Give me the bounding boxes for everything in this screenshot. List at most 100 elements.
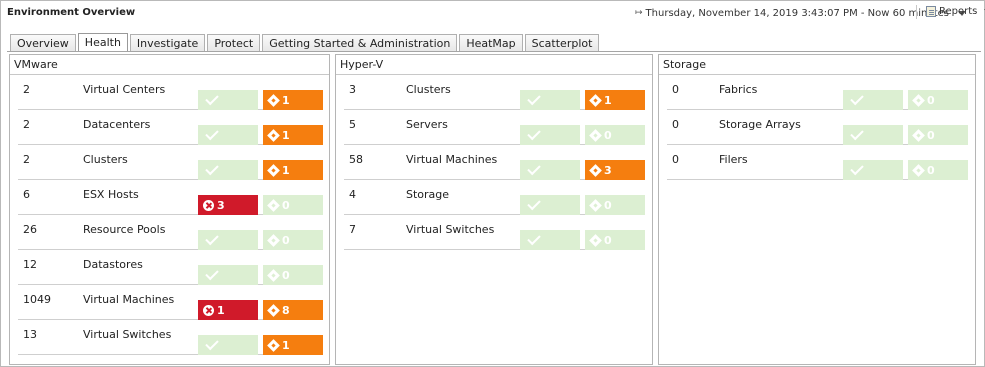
health-row-datacenters[interactable]: 2 Datacenters 1: [18, 110, 323, 145]
alarm-count: 0: [282, 268, 290, 282]
warning-diamond-icon: [912, 93, 925, 107]
tab-investigate[interactable]: Investigate: [129, 34, 206, 52]
checkmark-icon: [850, 126, 864, 141]
warning-alarm-badge[interactable]: 8: [263, 300, 323, 320]
object-type-label: Virtual Machines: [83, 293, 175, 306]
object-type-label: Datacenters: [83, 118, 151, 131]
reports-icon: [926, 6, 936, 17]
health-row-servers[interactable]: 5 Servers 0: [344, 110, 645, 145]
status-ok-badge[interactable]: [198, 125, 258, 145]
warning-alarm-badge[interactable]: 0: [908, 90, 968, 110]
health-row-resource-pools[interactable]: 26 Resource Pools 0: [18, 215, 323, 250]
status-ok-badge[interactable]: [843, 90, 903, 110]
hyperv-rows: 3 Clusters 1 5 Servers 0 58 Virtual Machines 3 4 S…: [336, 75, 652, 250]
health-row-esx-hosts[interactable]: 6 ESX Hosts 3 0: [18, 180, 323, 215]
warning-alarm-badge[interactable]: 0: [263, 230, 323, 250]
alarm-count: 1: [282, 338, 290, 352]
hyperv-panel: Hyper-V 3 Clusters 1 5 Servers 0 58 Virtual Mac…: [335, 54, 653, 365]
status-ok-badge[interactable]: [198, 160, 258, 180]
checkmark-icon: [205, 126, 219, 141]
status-ok-badge[interactable]: [520, 230, 580, 250]
object-count: 1049: [23, 293, 51, 306]
warning-diamond-icon: [589, 128, 602, 142]
health-row-datastores[interactable]: 12 Datastores 0: [18, 250, 323, 285]
title-bar: Environment Overview ↦ Thursday, Novembe…: [2, 2, 985, 26]
warning-alarm-badge[interactable]: 0: [585, 230, 645, 250]
tab-scatterplot[interactable]: Scatterplot: [524, 34, 600, 52]
critical-alarm-badge[interactable]: 3: [198, 195, 258, 215]
health-row-clusters[interactable]: 3 Clusters 1: [344, 75, 645, 110]
object-count: 2: [23, 118, 30, 131]
warning-alarm-badge[interactable]: 1: [263, 125, 323, 145]
environment-overview-window: Environment Overview ↦ Thursday, Novembe…: [0, 0, 985, 367]
alarm-count: 0: [604, 233, 612, 247]
status-ok-badge[interactable]: [843, 125, 903, 145]
status-ok-badge[interactable]: [198, 265, 258, 285]
alarm-count: 0: [604, 198, 612, 212]
object-type-label: Fabrics: [719, 83, 758, 96]
health-row-virtual-machines[interactable]: 1049 Virtual Machines 1 8: [18, 285, 323, 320]
health-row-fabrics[interactable]: 0 Fabrics 0: [667, 75, 968, 110]
alarm-count: 0: [282, 233, 290, 247]
tab-protect[interactable]: Protect: [207, 34, 261, 52]
alarm-count: 1: [282, 93, 290, 107]
health-row-storage-arrays[interactable]: 0 Storage Arrays 0: [667, 110, 968, 145]
checkmark-icon: [850, 161, 864, 176]
warning-diamond-icon: [267, 128, 280, 142]
toolbar-divider: [916, 5, 917, 19]
checkmark-icon: [205, 336, 219, 351]
warning-alarm-badge[interactable]: 0: [263, 265, 323, 285]
health-row-clusters[interactable]: 2 Clusters 1: [18, 145, 323, 180]
health-row-filers[interactable]: 0 Filers 0: [667, 145, 968, 180]
checkmark-icon: [527, 91, 541, 106]
critical-alarm-badge[interactable]: 1: [198, 300, 258, 320]
warning-alarm-badge[interactable]: 0: [585, 195, 645, 215]
status-ok-badge[interactable]: [520, 125, 580, 145]
status-ok-badge[interactable]: [198, 230, 258, 250]
warning-alarm-badge[interactable]: 1: [263, 160, 323, 180]
object-type-label: Virtual Machines: [406, 153, 498, 166]
status-ok-badge[interactable]: [520, 90, 580, 110]
health-row-virtual-machines[interactable]: 58 Virtual Machines 3: [344, 145, 645, 180]
storage-panel: Storage 0 Fabrics 0 0 Storage Arrays 0 0 Filers…: [658, 54, 976, 365]
reports-menu-button[interactable]: Reports: [926, 6, 985, 17]
health-row-virtual-centers[interactable]: 2 Virtual Centers 1: [18, 75, 323, 110]
warning-alarm-badge[interactable]: 0: [263, 195, 323, 215]
storage-panel-title: Storage: [659, 55, 975, 75]
status-ok-badge[interactable]: [198, 335, 258, 355]
health-row-virtual-switches[interactable]: 7 Virtual Switches 0: [344, 215, 645, 250]
object-type-label: Clusters: [406, 83, 451, 96]
warning-alarm-badge[interactable]: 1: [263, 335, 323, 355]
object-count: 4: [349, 188, 356, 201]
health-row-virtual-switches[interactable]: 13 Virtual Switches 1: [18, 320, 323, 355]
object-count: 26: [23, 223, 37, 236]
tab-health[interactable]: Health: [77, 33, 128, 52]
tab-overview[interactable]: Overview: [10, 34, 76, 52]
object-type-label: Storage: [406, 188, 450, 201]
warning-alarm-badge[interactable]: 0: [908, 160, 968, 180]
critical-x-icon: [203, 304, 214, 316]
object-type-label: Filers: [719, 153, 748, 166]
warning-alarm-badge[interactable]: 0: [908, 125, 968, 145]
warning-alarm-badge[interactable]: 3: [585, 160, 645, 180]
tab-getting-started-administration[interactable]: Getting Started & Administration: [262, 34, 458, 52]
warning-alarm-badge[interactable]: 1: [585, 90, 645, 110]
time-range-icon: ↦: [635, 8, 643, 18]
status-ok-badge[interactable]: [843, 160, 903, 180]
object-count: 5: [349, 118, 356, 131]
tab-heatmap[interactable]: HeatMap: [459, 34, 523, 52]
checkmark-icon: [205, 266, 219, 281]
warning-diamond-icon: [589, 163, 602, 177]
warning-alarm-badge[interactable]: 0: [585, 125, 645, 145]
warning-diamond-icon: [267, 198, 280, 212]
critical-x-icon: [203, 199, 214, 211]
status-ok-badge[interactable]: [198, 90, 258, 110]
checkmark-icon: [850, 91, 864, 106]
warning-alarm-badge[interactable]: 1: [263, 90, 323, 110]
status-ok-badge[interactable]: [520, 195, 580, 215]
alarm-count: 3: [604, 163, 612, 177]
health-row-storage[interactable]: 4 Storage 0: [344, 180, 645, 215]
checkmark-icon: [527, 196, 541, 211]
alarm-count: 1: [282, 163, 290, 177]
status-ok-badge[interactable]: [520, 160, 580, 180]
